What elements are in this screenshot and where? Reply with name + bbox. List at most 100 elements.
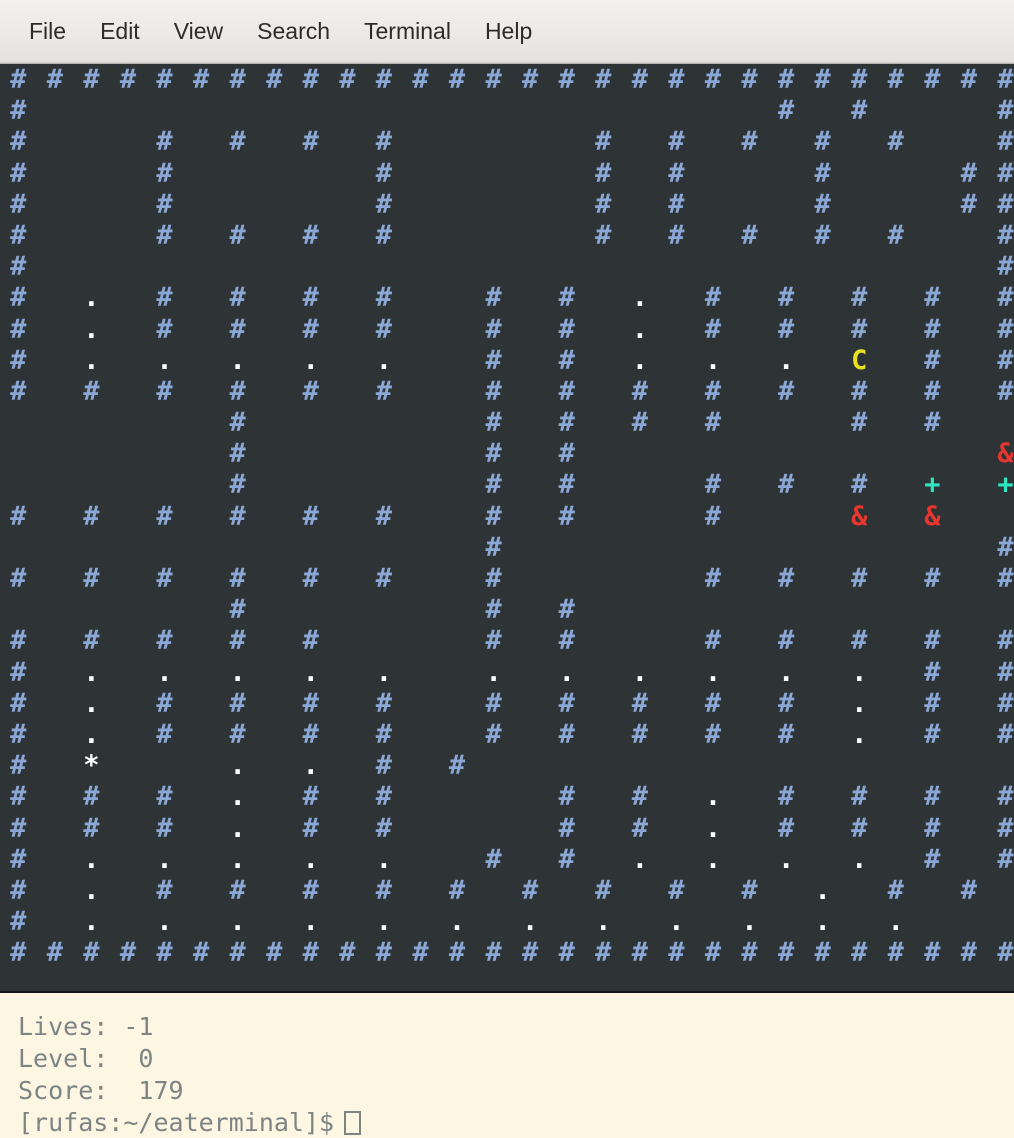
empty-cell — [439, 158, 476, 189]
empty-cell — [37, 189, 74, 220]
maze-row: # # # # # # # # # # # # — [0, 563, 1014, 594]
maze-row: # * . . # # — [0, 750, 1014, 781]
empty-cell — [512, 438, 549, 469]
empty-cell — [585, 844, 622, 875]
empty-cell — [110, 469, 147, 500]
wall-cell: # — [375, 874, 393, 906]
empty-cell — [293, 407, 330, 438]
empty-cell — [622, 158, 659, 189]
empty-cell — [841, 189, 878, 220]
empty-cell — [402, 594, 439, 625]
empty-cell — [329, 220, 366, 251]
empty-cell — [951, 781, 988, 812]
menu-view[interactable]: View — [157, 14, 240, 49]
empty-cell — [219, 968, 256, 991]
menu-search[interactable]: Search — [240, 14, 347, 49]
wall-cell: # — [558, 843, 575, 875]
wall-cell: # — [156, 219, 173, 251]
wall-cell: # — [631, 812, 648, 844]
empty-cell — [37, 719, 74, 750]
empty-cell — [256, 189, 293, 220]
empty-cell — [658, 594, 695, 625]
dot-cell: . — [668, 906, 685, 938]
wall-cell: # — [631, 781, 648, 813]
dot-cell: . — [83, 656, 100, 688]
empty-cell — [256, 875, 293, 906]
empty-cell — [658, 688, 695, 719]
wall-cell: # — [46, 937, 63, 969]
empty-cell — [183, 719, 220, 750]
empty-cell — [402, 532, 439, 563]
empty-cell — [329, 688, 366, 719]
wall-cell: # — [558, 500, 575, 532]
wall-cell: # — [229, 126, 246, 158]
empty-cell — [804, 563, 841, 594]
empty-cell — [402, 563, 439, 594]
empty-cell — [37, 844, 74, 875]
empty-cell — [0, 968, 37, 991]
wall-cell: # — [924, 687, 941, 719]
empty-cell — [183, 345, 220, 376]
maze-row: # # — [0, 532, 1014, 563]
empty-cell — [329, 376, 366, 407]
wall-cell: # — [558, 375, 575, 407]
wall-cell: # — [156, 375, 173, 407]
menu-bar: File Edit View Search Terminal Help — [0, 0, 1014, 63]
empty-cell — [402, 813, 439, 844]
wall-cell: # — [266, 937, 283, 969]
wall-cell: # — [814, 64, 831, 95]
wall-cell: # — [302, 718, 319, 750]
empty-cell — [585, 594, 622, 625]
wall-cell: # — [83, 781, 100, 813]
wall-cell: # — [997, 812, 1014, 844]
wall-cell: # — [10, 219, 27, 251]
empty-cell — [37, 501, 74, 532]
dot-cell: . — [83, 313, 100, 345]
empty-cell — [256, 688, 293, 719]
wall-cell: # — [814, 937, 831, 969]
wall-cell: # — [704, 375, 722, 407]
empty-cell — [878, 376, 915, 407]
menu-file[interactable]: File — [12, 14, 83, 49]
empty-cell — [804, 501, 841, 532]
empty-cell — [548, 875, 585, 906]
empty-cell — [256, 594, 293, 625]
empty-cell — [658, 563, 695, 594]
empty-cell — [183, 594, 220, 625]
empty-cell — [987, 501, 1014, 532]
empty-cell — [951, 469, 988, 500]
wall-cell: # — [375, 812, 393, 844]
wall-cell: # — [777, 313, 795, 345]
empty-cell — [329, 968, 366, 991]
empty-cell — [951, 282, 988, 313]
dot-cell: . — [302, 843, 319, 875]
empty-cell — [110, 532, 147, 563]
empty-cell — [987, 407, 1014, 438]
terminal-output-area[interactable]: # # # # # # # # # # # # # # # # # # # # # # # # # # # # # # # # # # #… — [0, 63, 1014, 993]
menu-edit[interactable]: Edit — [83, 14, 157, 49]
wall-cell: # — [10, 750, 27, 782]
empty-cell — [951, 126, 988, 157]
empty-cell — [585, 282, 622, 313]
empty-cell — [512, 688, 549, 719]
empty-cell — [146, 407, 183, 438]
wall-cell: # — [485, 64, 502, 95]
empty-cell — [293, 469, 330, 500]
dot-cell: . — [814, 906, 831, 938]
empty-cell — [804, 781, 841, 812]
dot-cell: . — [229, 812, 246, 844]
menu-help[interactable]: Help — [468, 14, 549, 49]
empty-cell — [658, 282, 695, 313]
shell-prompt-line[interactable]: [rufas:~/eaterminal]$ — [18, 1107, 1014, 1138]
empty-cell — [951, 594, 988, 625]
empty-cell — [366, 532, 403, 563]
wall-cell: # — [156, 500, 173, 532]
dot-cell: . — [814, 874, 831, 906]
empty-cell — [768, 126, 805, 157]
wall-cell: # — [375, 157, 393, 189]
wall-cell: # — [83, 375, 100, 407]
empty-cell — [110, 376, 147, 407]
menu-terminal[interactable]: Terminal — [347, 14, 468, 49]
wall-cell: # — [485, 313, 502, 345]
empty-cell — [329, 719, 366, 750]
